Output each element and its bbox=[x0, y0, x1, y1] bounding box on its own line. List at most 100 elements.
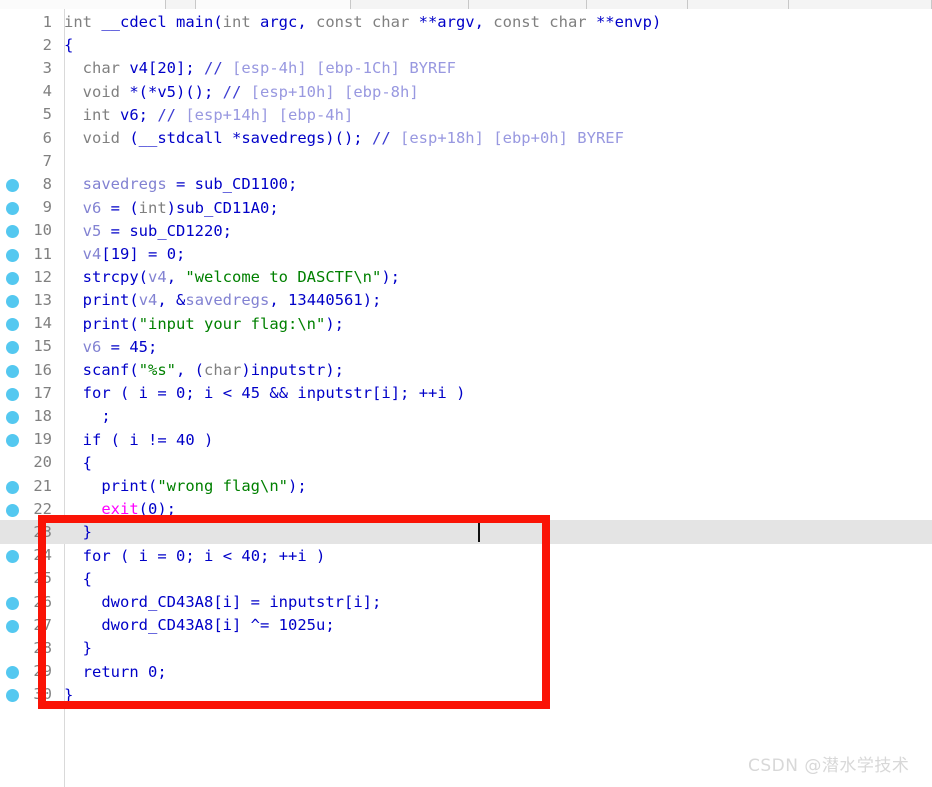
token: 19 bbox=[110, 245, 130, 263]
tab-6[interactable] bbox=[688, 0, 790, 9]
token: 13440561 bbox=[288, 291, 363, 310]
token: char bbox=[82, 59, 130, 78]
code-line[interactable]: 30} bbox=[0, 683, 932, 706]
tab-4[interactable] bbox=[468, 0, 587, 9]
token: v4[ bbox=[129, 59, 158, 78]
token: print bbox=[101, 477, 148, 495]
token: 0 bbox=[148, 500, 158, 519]
token: v4 bbox=[148, 268, 167, 287]
token: i bbox=[222, 616, 232, 635]
code-line[interactable]: 5 int v6; // [esp+14h] [ebp-4h] bbox=[0, 103, 932, 126]
token: v6; bbox=[120, 105, 158, 124]
token: i bbox=[222, 593, 232, 611]
token: = bbox=[148, 384, 177, 403]
token: int bbox=[64, 13, 102, 31]
tab-5[interactable] bbox=[586, 0, 689, 9]
code-line[interactable]: 4 void *(*v5)(); // [esp+10h] [ebp-8h] bbox=[0, 80, 932, 103]
code-line[interactable]: 10 v5 = sub_CD1220; bbox=[0, 219, 932, 242]
token: ; bbox=[64, 407, 111, 426]
token: = ( bbox=[101, 198, 139, 217]
line-number: 8 bbox=[42, 174, 52, 193]
code-line[interactable]: 15 v6 = 45; bbox=[0, 335, 932, 358]
code-line[interactable]: 16 scanf("%s", (char)inputstr); bbox=[0, 358, 932, 381]
token: } bbox=[64, 685, 74, 704]
token: ]; ++ bbox=[390, 384, 438, 403]
token: ); bbox=[381, 268, 400, 287]
line-number: 4 bbox=[42, 82, 52, 101]
code-line[interactable]: 23 } bbox=[0, 520, 932, 544]
code-line[interactable]: 3 char v4[20]; // [esp-4h] [ebp-1Ch] BYR… bbox=[0, 56, 932, 79]
code-line[interactable]: 19 if ( i != 40 ) bbox=[0, 428, 932, 451]
token: ( bbox=[110, 430, 130, 449]
token: for bbox=[82, 546, 120, 565]
line-number: 6 bbox=[42, 128, 52, 147]
token: "welcome to DASCTF\n" bbox=[185, 268, 382, 287]
code-line[interactable]: 9 v6 = (int)sub_CD11A0; bbox=[0, 196, 932, 219]
code-line[interactable]: 25 { bbox=[0, 567, 932, 590]
token: inputstr bbox=[250, 361, 326, 379]
token: int bbox=[82, 105, 120, 124]
token: [ bbox=[343, 593, 354, 611]
code-text: return 0; bbox=[64, 663, 167, 681]
token: 0 bbox=[166, 245, 177, 263]
code-line[interactable]: 1 int __cdecl main(int argc, const char *… bbox=[0, 10, 932, 33]
token: ( bbox=[129, 291, 139, 310]
code-line[interactable]: 26 dword_CD43A8[i] = inputstr[i]; bbox=[0, 590, 932, 613]
code-line[interactable]: 20 { bbox=[0, 451, 932, 474]
line-number: 23 bbox=[33, 522, 52, 541]
token: ) bbox=[194, 430, 214, 449]
token: int bbox=[138, 198, 167, 217]
token: } bbox=[64, 523, 92, 542]
token: dword_CD43A8 bbox=[101, 593, 214, 611]
code-line[interactable]: 24 for ( i = 0; i < 40; ++i ) bbox=[0, 544, 932, 567]
code-line[interactable]: 27 dword_CD43A8[i] ^= 1025u; bbox=[0, 613, 932, 636]
code-line[interactable]: 22 exit(0); bbox=[0, 497, 932, 520]
token: 40 bbox=[176, 430, 195, 449]
token: [esp-4h] [ebp-1Ch] BYREF bbox=[222, 59, 456, 78]
code-line[interactable]: 17 for ( i = 0; i < 45 && inputstr[i]; +… bbox=[0, 381, 932, 404]
token: i bbox=[138, 546, 149, 565]
token: ) bbox=[166, 198, 177, 217]
token: ; bbox=[325, 616, 335, 635]
token: scanf bbox=[82, 361, 130, 379]
line-number: 28 bbox=[33, 638, 52, 657]
token: ; bbox=[185, 546, 205, 565]
code-line[interactable]: 14 print("input your flag:\n"); bbox=[0, 312, 932, 335]
line-number: 10 bbox=[33, 221, 52, 240]
token: ); bbox=[288, 477, 307, 495]
line-number: 9 bbox=[42, 198, 52, 217]
token: ) bbox=[306, 546, 326, 565]
token: ]; bbox=[176, 59, 205, 78]
token: v6 bbox=[82, 337, 102, 356]
line-number: 12 bbox=[33, 267, 52, 286]
token: ; bbox=[157, 662, 167, 681]
token: v4 bbox=[138, 291, 158, 310]
token: *(*v5)(); bbox=[129, 82, 223, 101]
code-line[interactable]: 18 ; bbox=[0, 404, 932, 427]
pseudocode-editor[interactable]: 1 int __cdecl main(int argc, const char *… bbox=[0, 9, 932, 787]
token: = bbox=[148, 546, 177, 565]
code-text: { bbox=[64, 36, 73, 54]
tab-7[interactable] bbox=[789, 0, 932, 9]
line-number: 27 bbox=[33, 615, 52, 634]
code-line[interactable]: 29 return 0; bbox=[0, 660, 932, 683]
code-line[interactable]: 11 v4[19] = 0; bbox=[0, 242, 932, 265]
code-line[interactable]: 13 print(v4, &savedregs, 13440561); bbox=[0, 288, 932, 311]
code-text: int v6; // [esp+14h] [ebp-4h] bbox=[64, 105, 354, 124]
token: (__stdcall *savedregs)(); bbox=[129, 129, 372, 147]
token: print bbox=[82, 291, 130, 310]
code-line[interactable]: 2{ bbox=[0, 33, 932, 56]
code-line[interactable]: 28 } bbox=[0, 636, 932, 659]
tab-1[interactable] bbox=[165, 0, 197, 9]
token: ( bbox=[138, 268, 149, 287]
tab-3[interactable] bbox=[351, 0, 469, 9]
code-line[interactable]: 7 bbox=[0, 149, 932, 172]
code-line[interactable]: 12 strcpy(v4, "welcome to DASCTF\n"); bbox=[0, 265, 932, 288]
code-line[interactable]: 8 savedregs = sub_CD1100; bbox=[0, 172, 932, 195]
code-line[interactable]: 6 void (__stdcall *savedregs)(); // [esp… bbox=[0, 126, 932, 149]
code-line[interactable]: 21 print("wrong flag\n"); bbox=[0, 474, 932, 497]
token: void bbox=[82, 82, 130, 101]
